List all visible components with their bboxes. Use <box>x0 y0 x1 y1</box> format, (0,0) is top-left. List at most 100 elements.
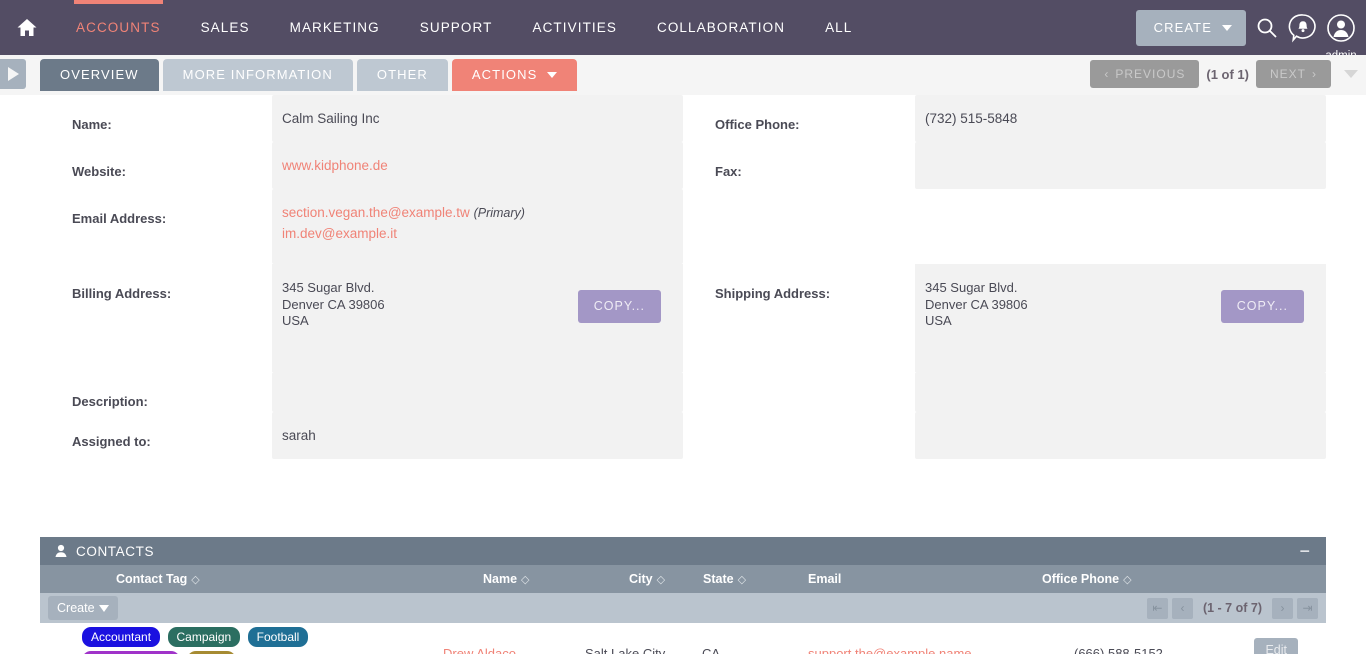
sort-icon[interactable]: ◇ <box>521 573 529 586</box>
column-header-email[interactable]: Email <box>808 572 841 586</box>
name-value[interactable]: Calm Sailing Inc <box>272 95 683 142</box>
chevron-down-icon <box>98 604 109 612</box>
create-button[interactable]: CREATE <box>1135 9 1246 46</box>
contact-city-cell: Salt Lake City <box>585 646 666 654</box>
tab-other[interactable]: OTHER <box>356 59 448 91</box>
column-header-contact-tag[interactable]: Contact Tag ◇ <box>116 572 200 586</box>
email-secondary-link[interactable]: im.dev@example.it <box>282 226 397 241</box>
nav-item-activities[interactable]: ACTIVITIES <box>512 0 637 55</box>
first-page-icon[interactable]: ⇤ <box>1146 597 1168 619</box>
nav-item-accounts[interactable]: ACCOUNTS <box>56 0 181 55</box>
detail-row-name-phone: Name: Calm Sailing Inc Office Phone: (73… <box>40 95 1326 142</box>
contacts-panel-title: CONTACTS <box>76 543 155 559</box>
nav-label: SALES <box>200 20 250 35</box>
detail-row-assigned: Assigned to: sarah <box>40 412 1326 459</box>
chevron-right-icon: › <box>1312 67 1317 81</box>
copy-shipping-address-button[interactable]: COPY... <box>1220 290 1304 323</box>
column-header-state[interactable]: State ◇ <box>703 572 746 586</box>
email-secondary-row: im.dev@example.it <box>282 226 683 241</box>
previous-label: PREVIOUS <box>1115 67 1186 81</box>
prev-page-icon[interactable]: ‹ <box>1171 597 1193 619</box>
contact-email-cell: support.the@example.name <box>808 646 972 654</box>
billing-address-value[interactable]: 345 Sugar Blvd. Denver CA 39806 USA COPY… <box>272 264 683 372</box>
column-label: Office Phone <box>1042 572 1120 586</box>
contact-office-phone-cell: (666) 588-5152 <box>1074 646 1163 654</box>
field-label: Email Address: <box>72 211 167 226</box>
notification-bell-icon[interactable] <box>1288 13 1318 43</box>
field-assigned-spacer <box>683 412 1326 459</box>
nav-item-sales[interactable]: SALES <box>181 0 270 55</box>
record-pagination: ‹ PREVIOUS (1 of 1) NEXT › <box>1090 60 1358 88</box>
field-description: Description: <box>40 372 683 412</box>
nav-item-all[interactable]: ALL <box>805 0 872 55</box>
column-header-office-phone[interactable]: Office Phone ◇ <box>1042 572 1132 586</box>
next-record-button[interactable]: NEXT › <box>1255 60 1331 88</box>
contacts-table-body: Accountant Campaign Football The NFC-nor… <box>40 623 1326 654</box>
last-page-icon[interactable]: ⇥ <box>1297 597 1318 619</box>
chevron-down-icon <box>547 72 558 78</box>
actions-dropdown-button[interactable]: ACTIONS <box>451 59 578 91</box>
description-value[interactable] <box>272 372 683 412</box>
website-link[interactable]: www.kidphone.de <box>282 158 388 173</box>
office-phone-value[interactable]: (732) 515-5848 <box>915 95 1326 142</box>
contact-state-cell: CA <box>702 646 721 654</box>
next-page-icon[interactable]: › <box>1272 597 1293 619</box>
nav-label: ACCOUNTS <box>76 20 161 35</box>
detail-row-description: Description: <box>40 372 1326 412</box>
column-label: State <box>703 572 734 586</box>
copy-billing-address-button[interactable]: COPY... <box>577 290 661 323</box>
minus-icon[interactable]: − <box>1299 542 1310 560</box>
edit-contact-button[interactable]: Edit <box>1254 638 1298 654</box>
account-detail-panel: Name: Calm Sailing Inc Office Phone: (73… <box>40 95 1326 495</box>
field-email-spacer <box>683 189 1326 264</box>
column-header-city[interactable]: City ◇ <box>629 572 665 586</box>
empty-cell <box>915 412 1326 459</box>
contacts-panel-header[interactable]: CONTACTS − <box>40 537 1326 565</box>
empty-cell <box>915 189 1326 264</box>
column-label: City <box>629 572 653 586</box>
field-assigned-to: Assigned to: sarah <box>40 412 683 459</box>
user-avatar-icon[interactable] <box>1326 13 1356 43</box>
contact-tag[interactable]: Accountant <box>82 627 161 647</box>
contacts-action-bar: Create ⇤ ‹ (1 - 7 of 7) › ⇥ <box>40 593 1326 623</box>
field-label: Assigned to: <box>72 434 151 449</box>
search-icon[interactable] <box>1254 15 1280 41</box>
shipping-address-value[interactable]: 345 Sugar Blvd. Denver CA 39806 USA COPY… <box>915 264 1326 372</box>
email-value: section.vegan.the@example.tw (Primary) i… <box>272 189 683 264</box>
field-email: Email Address: section.vegan.the@example… <box>40 189 683 264</box>
column-header-name[interactable]: Name ◇ <box>483 572 530 586</box>
sort-icon[interactable]: ◇ <box>657 573 665 586</box>
previous-record-button[interactable]: ‹ PREVIOUS <box>1090 60 1200 88</box>
contacts-subpanel: CONTACTS − Contact Tag ◇ Name ◇ City ◇ S… <box>40 537 1326 654</box>
tab-more-information[interactable]: MORE INFORMATION <box>162 59 353 91</box>
sort-icon[interactable]: ◇ <box>738 573 746 586</box>
fax-value[interactable] <box>915 142 1326 189</box>
field-shipping-address: Shipping Address: 345 Sugar Blvd. Denver… <box>683 264 1326 372</box>
spacer-label <box>683 412 915 459</box>
column-label: Email <box>808 572 842 586</box>
nav-item-marketing[interactable]: MARKETING <box>270 0 400 55</box>
home-icon[interactable] <box>12 13 42 43</box>
chevron-down-icon[interactable] <box>1344 70 1358 78</box>
assigned-to-value[interactable]: sarah <box>272 412 683 459</box>
contact-tag[interactable]: Football <box>247 627 309 647</box>
field-label: Shipping Address: <box>715 286 831 301</box>
field-label: Billing Address: <box>72 286 172 301</box>
create-contact-button[interactable]: Create <box>48 596 118 620</box>
table-row: Accountant Campaign Football The NFC-nor… <box>40 623 1326 654</box>
nav-item-collaboration[interactable]: COLLABORATION <box>637 0 805 55</box>
contact-email-link[interactable]: support.the@example.name <box>808 646 972 654</box>
field-website: Website: www.kidphone.de <box>40 142 683 189</box>
website-value[interactable]: www.kidphone.de <box>272 142 683 189</box>
sort-icon[interactable]: ◇ <box>191 573 199 586</box>
tab-overview[interactable]: OVERVIEW <box>40 59 159 91</box>
nav-item-support[interactable]: SUPPORT <box>400 0 513 55</box>
user-menu[interactable]: admin <box>1325 13 1357 62</box>
contact-tag[interactable]: Campaign <box>167 627 241 647</box>
field-billing-address: Billing Address: 345 Sugar Blvd. Denver … <box>40 264 683 372</box>
email-primary-link[interactable]: section.vegan.the@example.tw <box>282 205 470 220</box>
sidebar-expand-icon[interactable] <box>0 59 26 89</box>
contact-name-link[interactable]: Drew Aldaco <box>443 646 516 654</box>
sort-icon[interactable]: ◇ <box>1123 573 1131 586</box>
nav-label: ACTIVITIES <box>532 20 617 35</box>
